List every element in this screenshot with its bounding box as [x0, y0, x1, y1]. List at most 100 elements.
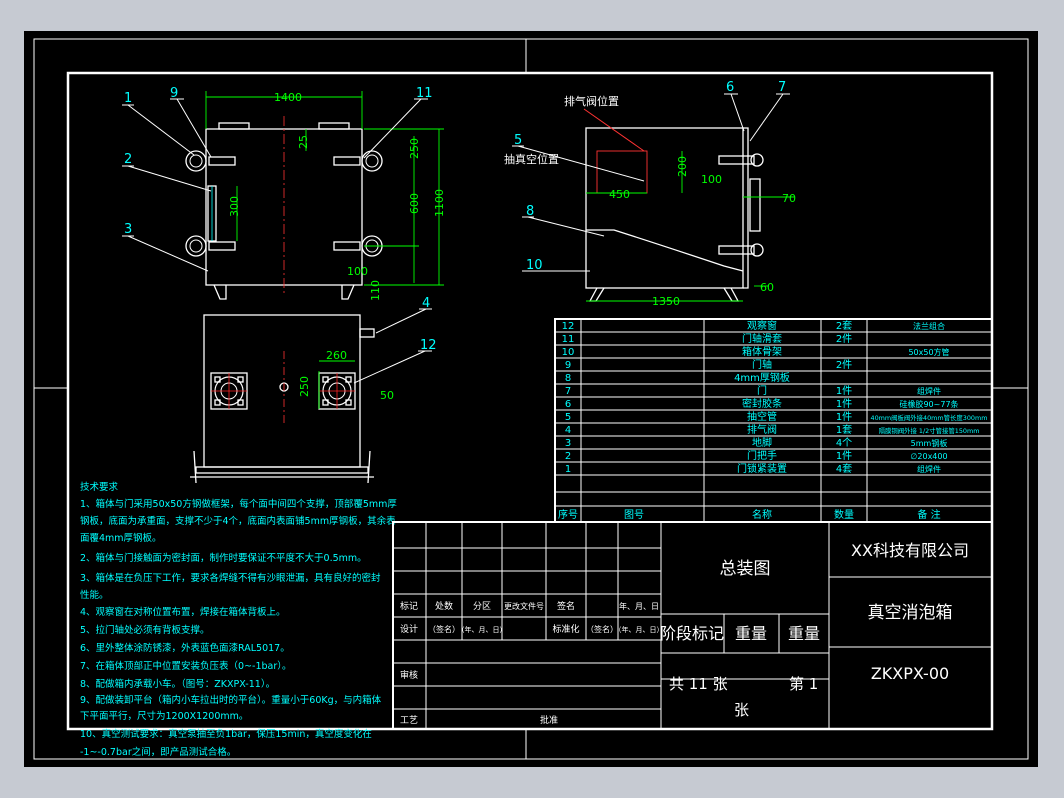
callout-9: 9: [170, 86, 178, 101]
parts-remark: 40mm阀板阀外接40mm管长度300mm: [871, 413, 988, 422]
parts-header-seq: 序号: [558, 508, 578, 521]
parts-name: 排气阀: [747, 423, 777, 436]
bottom-view: [190, 314, 375, 484]
sign-label-process: 工艺: [400, 715, 418, 726]
dim-100-side: 100: [701, 173, 722, 186]
parts-qty: 2件: [836, 359, 852, 371]
parts-seq: 8: [565, 373, 571, 384]
tech-line: 性能。: [80, 589, 109, 601]
dim-260: 260: [326, 349, 347, 362]
parts-seq: 5: [565, 412, 571, 423]
tech-line: 钢板，底面为承重面，支撑不少于4个，底面内表面铺5mm厚钢板，其余表: [80, 515, 396, 527]
parts-name: 门轴滑套: [742, 332, 782, 345]
drawing-title: 总装图: [720, 559, 771, 579]
parts-header-drawing-no: 图号: [624, 509, 644, 521]
side-view: [585, 127, 764, 302]
dim-250-bottom: 250: [298, 376, 311, 397]
parts-qty: 1件: [836, 450, 852, 462]
product-name: 真空消泡箱: [868, 603, 953, 623]
parts-seq: 1: [565, 464, 571, 475]
parts-qty: 2件: [836, 333, 852, 345]
callout-6: 6: [726, 80, 734, 95]
parts-remark: 5mm钢板: [911, 438, 948, 448]
tech-line: 10、真空测试要求：真空泵抽至负1bar，保压15min，真空度变化在: [80, 728, 372, 740]
tech-line: -1~-0.7bar之间，即产品测试合格。: [80, 746, 236, 758]
parts-seq: 2: [565, 451, 571, 462]
parts-name: 观察窗: [747, 319, 777, 332]
rev-label-count: 处数: [435, 600, 453, 612]
rev-label-doc-no: 更改文件号: [504, 601, 544, 611]
note-exhaust-valve: 排气阀位置: [564, 94, 619, 108]
callout-2: 2: [124, 152, 132, 167]
parts-qty: 4个: [836, 437, 852, 449]
callout-12: 12: [420, 338, 437, 353]
parts-name: 门: [757, 384, 767, 397]
parts-remark: 硅橡胶90~77条: [899, 399, 958, 409]
sign-label-check: 审核: [400, 669, 418, 681]
parts-qty: 1套: [836, 423, 852, 436]
rev-label-date: 年、月、日: [619, 601, 659, 611]
sign-label-sign1: （签名）: [428, 624, 460, 634]
tech-line: 7、在箱体顶部正中位置安装负压表（0~-1bar）。: [80, 660, 292, 672]
sheet-unit: 张: [734, 701, 749, 719]
parts-name: 地脚: [752, 436, 772, 449]
sign-label-sign2: （签名）: [586, 624, 618, 634]
sheet-number: 第 1: [789, 675, 818, 693]
callout-7: 7: [778, 80, 786, 95]
parts-qty: 1件: [836, 398, 852, 410]
tech-line: 面覆4mm厚钢板。: [80, 532, 162, 544]
parts-seq: 3: [565, 438, 571, 449]
dim-60: 60: [760, 281, 774, 294]
dim-50: 50: [380, 389, 394, 402]
parts-remark: 组焊件: [917, 464, 941, 474]
callout-1: 1: [124, 91, 132, 106]
rev-label-signature: 签名: [557, 600, 575, 612]
dim-70: 70: [782, 192, 796, 205]
parts-header-name: 名称: [752, 508, 772, 521]
parts-name: 门锁紧装置: [737, 462, 787, 475]
rev-label-zone: 分区: [473, 601, 491, 612]
tech-line: 4、观察窗在对称位置布置，焊接在箱体背板上。: [80, 606, 286, 618]
sign-label-approve: 批准: [540, 714, 558, 726]
tech-title: 技术要求: [80, 481, 119, 493]
parts-seq: 12: [562, 321, 575, 332]
parts-remark: 法兰组合: [913, 321, 945, 331]
dim-25: 25: [297, 135, 310, 149]
parts-remark: 隔膜铜阀外接 1/2寸管接管150mm: [879, 426, 980, 435]
weight-label: 重量: [735, 624, 767, 643]
scale-label: 重量: [788, 624, 820, 643]
sign-label-standard: 标准化: [552, 623, 579, 635]
sign-label-date1: （年、月、日）: [458, 625, 507, 634]
stage-mark-label: 阶段标记: [660, 624, 724, 643]
parts-name: 箱体骨架: [742, 345, 782, 358]
leader-lines: [122, 93, 790, 384]
callout-5: 5: [514, 133, 522, 148]
parts-name: 门轴: [752, 358, 772, 371]
title-block: 标记 处数 分区 更改文件号 签名 年、月、日 设计 （签名） （年、月、日） …: [392, 521, 993, 730]
parts-seq: 6: [565, 399, 571, 410]
company-name: XX科技有限公司: [851, 541, 969, 560]
tech-requirements: 技术要求 1、箱体与门采用50x50方钢做框架，每个面中间四个支撑，顶部覆5mm…: [80, 481, 397, 758]
dim-1100: 1100: [433, 189, 446, 217]
cad-drawing-viewport[interactable]: 1400 25 250 300 600 1100 100 110 260 250…: [24, 31, 1038, 767]
front-dimensions: [205, 91, 444, 286]
parts-qty: 4套: [836, 462, 852, 475]
parts-seq: 4: [565, 425, 571, 436]
cad-drawing: 1400 25 250 300 600 1100 100 110 260 250…: [33, 38, 1029, 760]
parts-remark: ∅20x400: [910, 452, 947, 461]
tech-line: 5、拉门轴处必须有背板支撑。: [80, 624, 210, 636]
callout-11: 11: [416, 86, 433, 101]
tech-line: 2、箱体与门接触面为密封面，制作时要保证不平度不大于0.5mm。: [80, 552, 367, 564]
dim-200: 200: [676, 156, 689, 177]
drawing-number: ZKXPX-00: [871, 664, 949, 683]
parts-remark: 组焊件: [917, 386, 941, 396]
tech-line: 8、配做箱内承载小车。（图号：ZKXPX-11）。: [80, 678, 275, 690]
parts-name: 密封胶条: [742, 397, 782, 410]
parts-name: 门把手: [747, 449, 777, 462]
dim-250-front: 250: [408, 138, 421, 159]
tech-line: 9、配做装卸平台（箱内小车拉出时的平台）。重量小于60Kg，与内箱体: [80, 694, 382, 706]
parts-name: 抽空管: [747, 410, 777, 423]
parts-header-qty: 数量: [834, 508, 854, 521]
dim-110: 110: [369, 280, 382, 301]
dim-450: 450: [609, 188, 630, 201]
